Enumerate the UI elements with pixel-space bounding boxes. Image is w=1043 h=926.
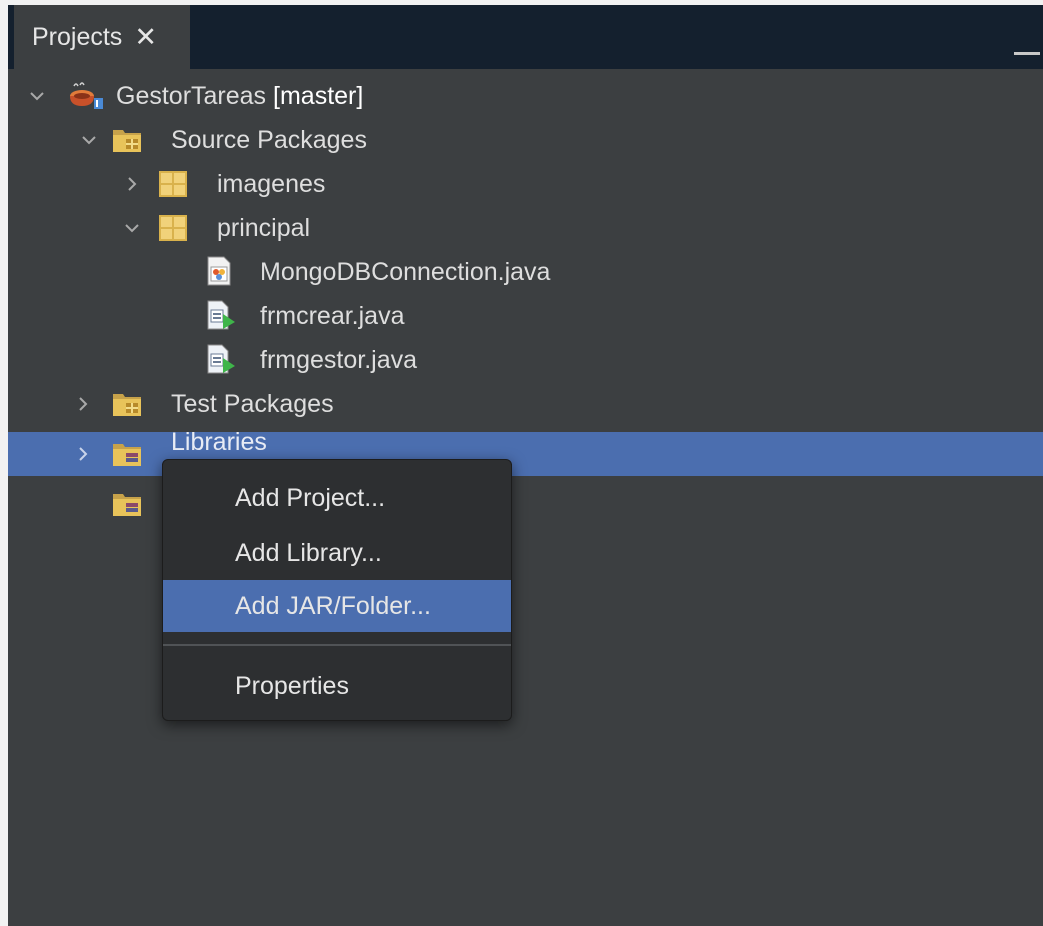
menu-separator [163, 644, 511, 646]
package-icon [158, 170, 188, 198]
java-form-icon [206, 344, 236, 374]
tab-projects[interactable]: Projects ✕ [14, 5, 190, 69]
folder-icon [112, 491, 142, 519]
close-icon[interactable]: ✕ [134, 23, 157, 51]
menu-item-add-jar-folder[interactable]: Add JAR/Folder... [163, 580, 511, 632]
chevron-down-icon[interactable] [26, 85, 48, 107]
menu-item-add-jar-folder-label: Add JAR/Folder... [235, 591, 431, 620]
minimize-icon[interactable] [1014, 52, 1040, 55]
tree-row-imagenes[interactable]: imagenes [8, 162, 1043, 206]
tree-row-principal[interactable]: principal [8, 206, 1043, 250]
menu-item-add-project[interactable]: Add Project... [163, 472, 511, 524]
chevron-right-icon[interactable] [121, 173, 143, 195]
file-mongodbconnection-label: MongoDBConnection.java [260, 257, 551, 286]
menu-item-properties-label: Properties [235, 671, 349, 700]
tree-row-source-packages[interactable]: Source Packages [8, 118, 1043, 162]
package-principal-label: principal [217, 213, 311, 242]
window-left-edge [0, 0, 8, 926]
tree-row-test-packages[interactable]: Test Packages [8, 382, 1043, 426]
test-folder-icon [112, 391, 142, 419]
tab-projects-label: Projects [32, 22, 123, 51]
menu-item-properties[interactable]: Properties [163, 660, 511, 712]
source-packages-label: Source Packages [171, 125, 367, 154]
menu-item-add-project-label: Add Project... [235, 483, 386, 512]
context-menu: Add Project... Add Library... Add JAR/Fo… [162, 459, 512, 721]
project-branch: [master] [273, 81, 364, 110]
tree-row-frmcrear[interactable]: frmcrear.java [8, 294, 1043, 338]
project-name-text: GestorTareas [116, 81, 267, 110]
file-frmcrear-label: frmcrear.java [260, 301, 405, 330]
package-imagenes-label: imagenes [217, 169, 326, 198]
tree-row-project[interactable]: GestorTareas [master] [8, 74, 1043, 118]
chevron-right-icon[interactable] [72, 393, 94, 415]
java-form-icon [206, 300, 236, 330]
chevron-down-icon[interactable] [121, 217, 143, 239]
chevron-right-icon[interactable] [72, 443, 94, 465]
menu-item-add-library[interactable]: Add Library... [163, 527, 511, 579]
test-packages-label: Test Packages [171, 389, 334, 418]
java-project-icon [66, 80, 103, 109]
file-frmgestor-label: frmgestor.java [260, 345, 418, 374]
tree-row-frmgestor[interactable]: frmgestor.java [8, 338, 1043, 382]
project-name: GestorTareas [master] [116, 82, 363, 111]
libraries-folder-icon [112, 441, 142, 469]
libraries-label: Libraries [171, 428, 267, 456]
java-class-icon [206, 256, 236, 286]
tree-row-mongodbconnection[interactable]: MongoDBConnection.java [8, 250, 1043, 294]
source-folder-icon [112, 127, 142, 155]
package-icon [158, 214, 188, 242]
chevron-down-icon[interactable] [78, 129, 100, 151]
menu-item-add-library-label: Add Library... [235, 538, 382, 567]
